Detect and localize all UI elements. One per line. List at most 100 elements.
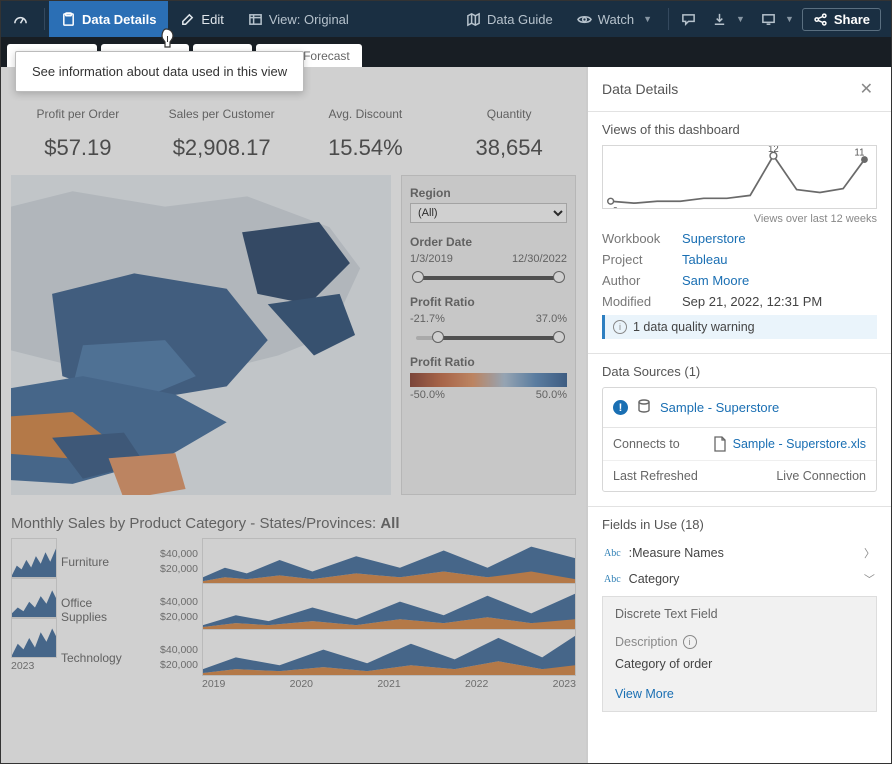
kpi-value: 15.54% [299,135,433,161]
meta-key: Workbook [602,231,664,246]
profit-ratio-slider[interactable] [412,329,565,345]
data-sources-title: Data Sources (1) [602,364,877,379]
view-select[interactable]: View: Original [236,1,361,37]
devices-button[interactable]: ▼ [753,1,802,37]
monitor-icon [761,12,776,27]
order-date-title: Order Date [410,235,567,249]
performance-button[interactable] [1,1,40,37]
views-sparkline: 12 11 0 [602,145,877,209]
profit-ratio-legend [410,373,567,387]
svg-text:0: 0 [613,206,618,208]
close-icon[interactable]: ✕ [856,77,877,101]
watch-label: Watch [598,12,634,27]
data-guide-button[interactable]: Data Guide [454,1,565,37]
map-icon [466,12,481,27]
kpi-value: $57.19 [11,135,145,161]
kpi-value: $2,908.17 [155,135,289,161]
last-refreshed-value: Live Connection [776,469,866,483]
filter-pane: Region (All) Order Date 1/3/2019 12/30/2… [401,175,576,495]
region-select[interactable]: (All) [410,203,567,223]
field-category[interactable]: Abc Category 〉 [602,566,877,592]
monthly-sales-grid: 2023 Furniture Office Supplies Technolog… [1,538,586,698]
field-description: Category of order [615,657,864,671]
connects-to-link[interactable]: Sample - Superstore.xls [733,437,866,451]
pr-max: 37.0% [536,313,567,325]
pr-min: -21.7% [410,313,445,325]
comment-icon [681,12,696,27]
ytick: $40,000 [160,643,198,658]
chevron-down-icon: ▼ [785,14,794,24]
kpi-sales-per-customer: Sales per Customer $2,908.17 [155,107,289,161]
abc-icon: Abc [604,574,621,585]
comments-button[interactable] [673,1,704,37]
data-details-tooltip: See information about data used in this … [15,51,304,92]
fields-title: Fields in Use (18) [602,517,877,532]
author-link[interactable]: Sam Moore [682,273,749,288]
views-subtitle: Views of this dashboard [602,122,877,137]
data-guide-label: Data Guide [487,12,553,27]
view-label: View: Original [269,12,349,27]
legend-min: -50.0% [410,389,445,401]
profit-ratio-title: Profit Ratio [410,295,567,309]
download-button[interactable]: ▼ [704,1,753,37]
watch-button[interactable]: Watch ▼ [565,1,664,37]
kpi-quantity: Quantity 38,654 [442,107,576,161]
data-quality-warning[interactable]: i 1 data quality warning [602,315,877,339]
file-icon [713,436,727,452]
legend-title: Profit Ratio [410,355,567,369]
ytick: $40,000 [160,547,198,562]
xtick: 2023 [553,678,576,690]
spark-tech [11,618,57,658]
svg-text:11: 11 [854,148,864,159]
profit-ratio-map[interactable] [11,175,391,495]
ytick: $20,000 [160,658,198,673]
field-label: :Measure Names [629,546,724,560]
top-toolbar: Data Details Edit View: Original Data Gu… [1,1,891,37]
pencil-icon [180,12,195,27]
region-filter-title: Region [410,186,567,200]
area-chart-furniture[interactable] [202,538,576,584]
area-chart-technology[interactable] [202,630,576,676]
cat-technology[interactable]: Technology [61,634,139,682]
kpi-avg-discount: Avg. Discount 15.54% [299,107,433,161]
order-date-slider[interactable] [412,269,565,285]
monthly-sales-title: Monthly Sales by Product Category - Stat… [1,495,586,538]
connects-to-label: Connects to [613,437,680,451]
kpi-label: Avg. Discount [299,107,433,121]
xtick: 2021 [377,678,400,690]
share-label: Share [834,12,870,27]
share-button[interactable]: Share [802,8,881,31]
xtick: 2020 [290,678,313,690]
kpi-label: Profit per Order [11,107,145,121]
cursor-icon [161,27,179,54]
date-end: 12/30/2022 [512,253,567,265]
workbook-link[interactable]: Superstore [682,231,746,246]
cat-office-supplies[interactable]: Office Supplies [61,586,139,634]
field-label: Category [629,572,680,586]
datasource-icon [636,398,652,417]
view-more-link[interactable]: View More [615,687,864,701]
xtick: 2019 [202,678,225,690]
cat-furniture[interactable]: Furniture [61,538,139,586]
area-chart-office[interactable] [202,584,576,630]
warning-badge-icon: ! [613,400,628,415]
project-link[interactable]: Tableau [682,252,728,267]
xtick: 2023 [11,660,34,672]
meta-key: Author [602,273,664,288]
ytick: $40,000 [160,595,198,610]
abc-icon: Abc [604,548,621,559]
dq-text: 1 data quality warning [633,320,755,334]
views-caption: Views over last 12 weeks [602,213,877,225]
chevron-right-icon: 〉 [864,545,875,561]
share-icon [813,12,828,27]
chevron-down-icon: ▼ [736,14,745,24]
field-measure-names[interactable]: Abc :Measure Names 〉 [602,540,877,566]
eye-icon [577,12,592,27]
sheets-icon [248,12,263,27]
data-source-link[interactable]: Sample - Superstore [660,400,779,415]
data-details-button[interactable]: Data Details [49,1,168,37]
kpi-value: 38,654 [442,135,576,161]
modified-value: Sep 21, 2022, 12:31 PM [682,294,822,309]
info-icon[interactable]: i [683,635,697,649]
data-details-label: Data Details [82,12,156,27]
